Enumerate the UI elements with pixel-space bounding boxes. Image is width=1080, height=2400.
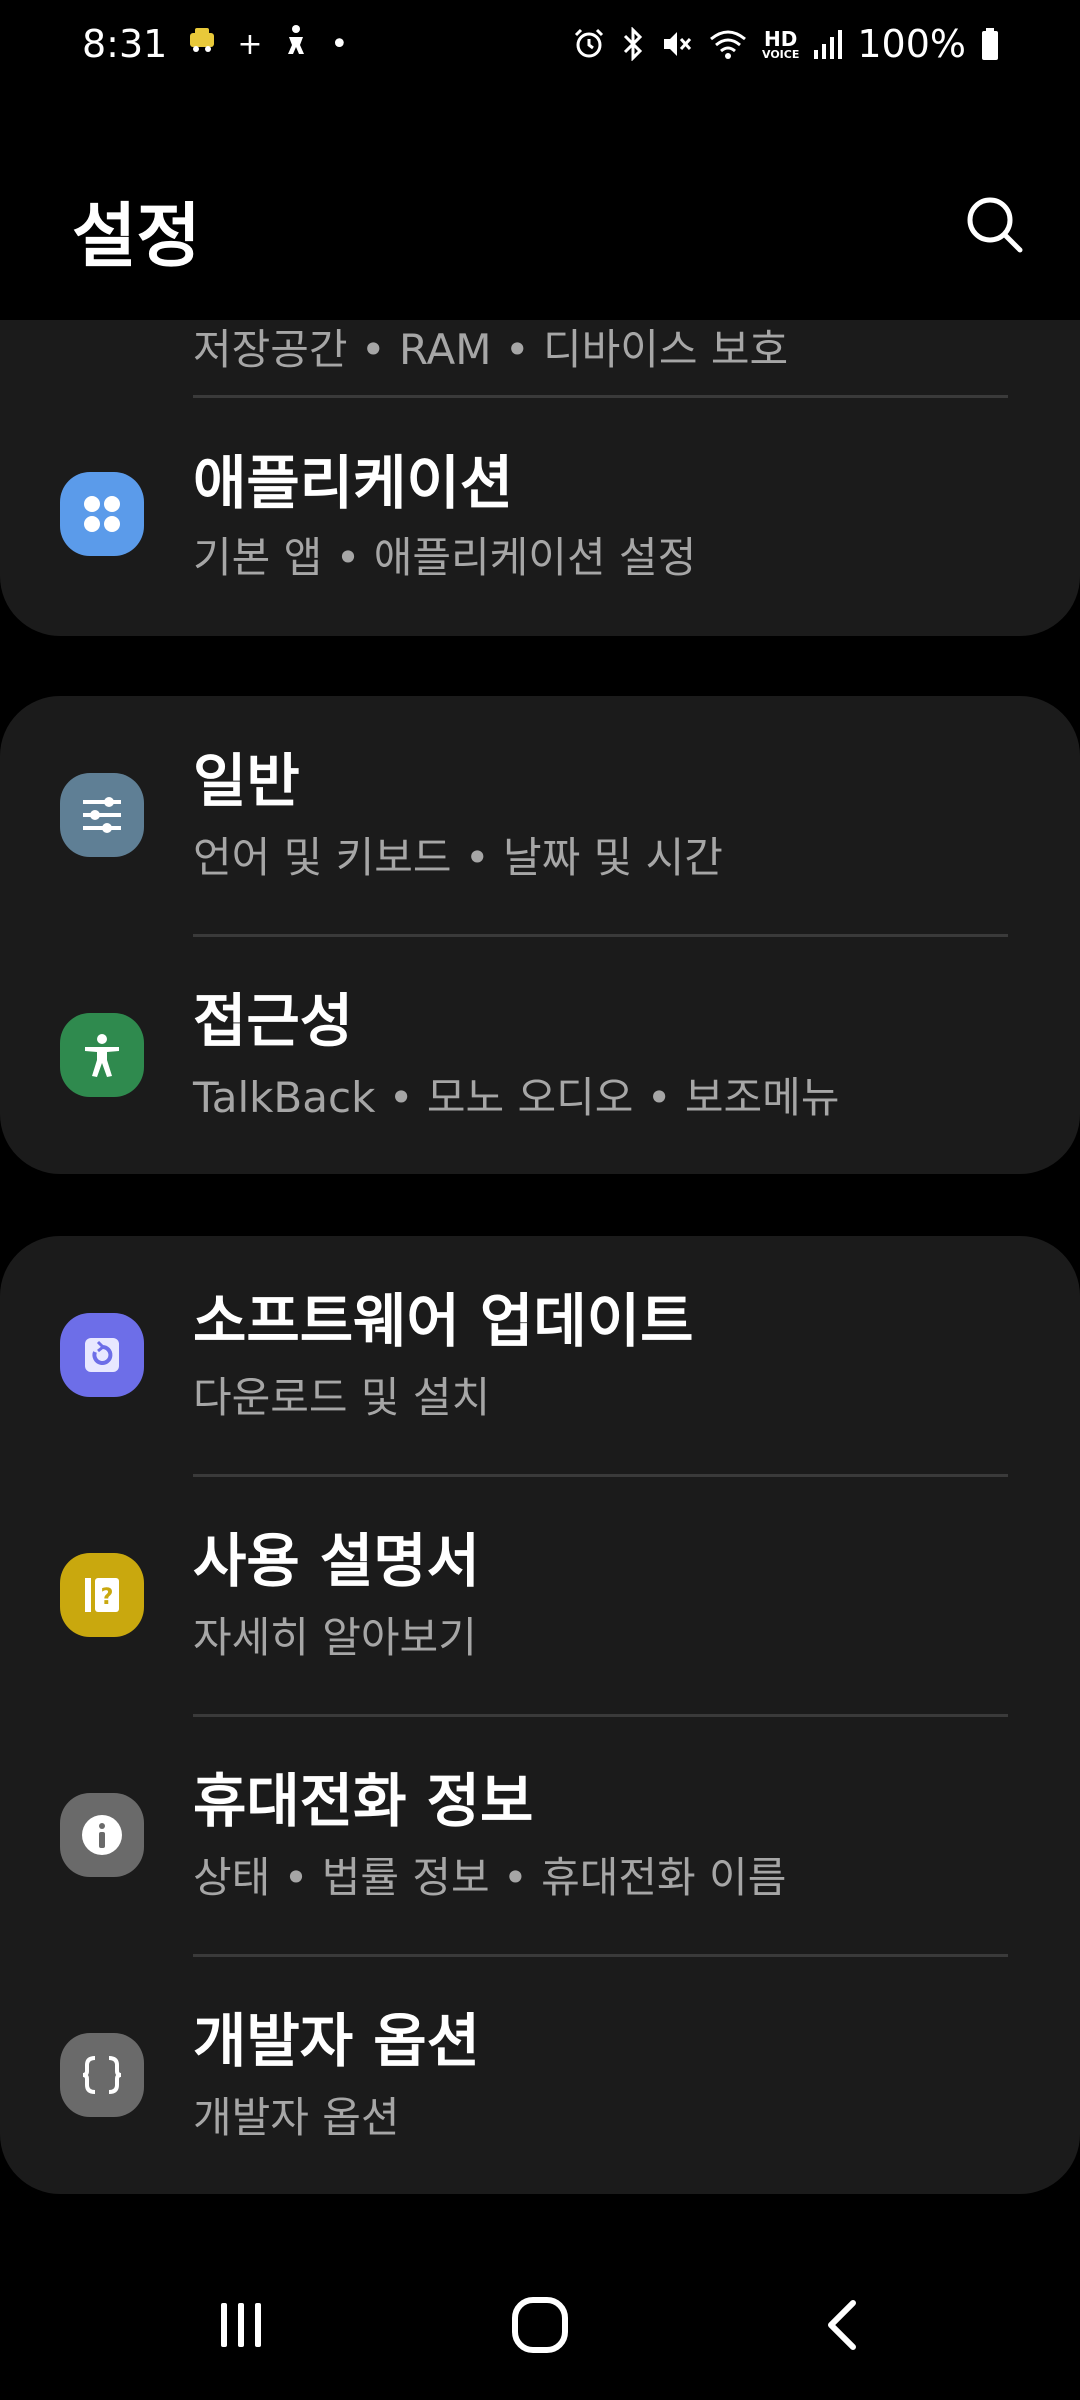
item-title: 휴대전화 정보 — [193, 1767, 534, 1835]
item-subtitle: 다운로드 및 설치 — [193, 1373, 491, 1422]
item-title: 일반 — [193, 747, 300, 815]
alarm-icon — [572, 27, 606, 61]
item-subtitle: 언어 및 키보드 • 날짜 및 시간 — [193, 833, 723, 882]
taxi-icon — [185, 23, 219, 65]
item-subtitle: TalkBack • 모노 오디오 • 보조메뉴 — [193, 1073, 840, 1122]
wifi-icon — [708, 27, 748, 61]
search-button[interactable] — [960, 190, 1030, 260]
item-title: 사용 설명서 — [193, 1527, 480, 1595]
recents-icon — [221, 2303, 261, 2347]
settings-item-phone-info[interactable]: 휴대전화 정보 상태 • 법률 정보 • 휴대전화 이름 — [0, 1716, 1080, 1954]
accessibility-person-icon — [280, 23, 312, 65]
header: 설정 — [0, 170, 1080, 290]
settings-item-developer-options[interactable]: 개발자 옵션 개발자 옵션 — [0, 1956, 1080, 2194]
settings-card-2: 일반 언어 및 키보드 • 날짜 및 시간 접근성 TalkBack • 모노 … — [0, 696, 1080, 1174]
status-time: 8:31 — [82, 22, 168, 66]
accessibility-icon — [60, 1013, 144, 1097]
item-title: 애플리케이션 — [193, 449, 514, 517]
svg-text:?: ? — [101, 1585, 114, 1610]
settings-card-1: 저장공간 • RAM • 디바이스 보호 애플리케이션 기본 앱 • 애플리케이… — [0, 320, 1080, 636]
item-subtitle: 개발자 옵션 — [193, 2093, 400, 2142]
partial-item-subtitle[interactable]: 저장공간 • RAM • 디바이스 보호 — [193, 320, 788, 377]
item-subtitle: 상태 • 법률 정보 • 휴대전화 이름 — [193, 1853, 787, 1902]
software-update-icon — [60, 1313, 144, 1397]
search-icon — [967, 197, 1023, 253]
item-title: 개발자 옵션 — [193, 2007, 480, 2075]
dot-icon: • — [330, 26, 349, 62]
home-icon — [512, 2297, 568, 2353]
apps-icon — [60, 472, 144, 556]
back-icon — [828, 2300, 856, 2350]
battery-percent: 100% — [857, 22, 966, 66]
bluetooth-icon — [620, 27, 646, 61]
settings-item-applications[interactable]: 애플리케이션 기본 앱 • 애플리케이션 설정 — [0, 398, 1080, 636]
battery-icon — [980, 27, 1000, 61]
home-button[interactable] — [485, 2270, 595, 2380]
status-right: HD VOICE 100% — [572, 22, 1000, 66]
info-icon — [60, 1793, 144, 1877]
settings-card-3: 소프트웨어 업데이트 다운로드 및 설치 ? 사용 설명서 자세히 알아보기 휴… — [0, 1236, 1080, 2194]
navigation-bar — [0, 2250, 1080, 2400]
item-title: 소프트웨어 업데이트 — [193, 1287, 694, 1355]
signal-icon — [813, 28, 843, 60]
status-bar: 8:31 + • HD VOICE 100% — [0, 0, 1080, 100]
settings-item-general[interactable]: 일반 언어 및 키보드 • 날짜 및 시간 — [0, 696, 1080, 934]
sliders-icon — [60, 773, 144, 857]
developer-options-icon — [60, 2033, 144, 2117]
item-title: 접근성 — [193, 987, 354, 1055]
plus-icon: + — [237, 26, 263, 62]
settings-item-accessibility[interactable]: 접근성 TalkBack • 모노 오디오 • 보조메뉴 — [0, 936, 1080, 1174]
settings-item-user-manual[interactable]: ? 사용 설명서 자세히 알아보기 — [0, 1476, 1080, 1714]
status-left: 8:31 + • — [82, 22, 348, 66]
mute-icon — [660, 27, 694, 61]
back-button[interactable] — [790, 2270, 900, 2380]
user-manual-icon: ? — [60, 1553, 144, 1637]
hd-voice-icon: HD VOICE — [762, 26, 800, 61]
recents-button[interactable] — [186, 2270, 296, 2380]
page-title: 설정 — [72, 195, 201, 277]
item-subtitle: 기본 앱 • 애플리케이션 설정 — [193, 533, 697, 582]
item-subtitle: 자세히 알아보기 — [193, 1613, 477, 1662]
settings-item-software-update[interactable]: 소프트웨어 업데이트 다운로드 및 설치 — [0, 1236, 1080, 1474]
